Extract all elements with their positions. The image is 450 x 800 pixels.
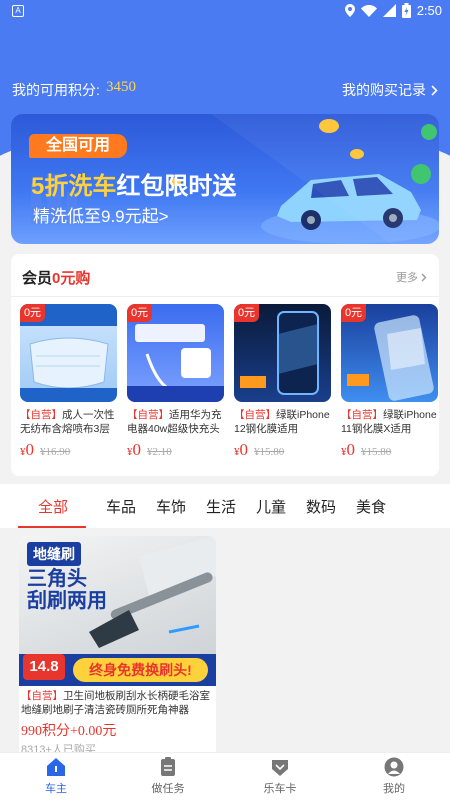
more-label: 更多 [396,272,418,284]
banner-tag: 全国可用 [29,134,127,158]
caption-line-2: 刮刷两用 [27,590,107,612]
task-icon [161,757,175,776]
product-image: 0元 [234,304,331,402]
member-section-title: 会员0元购 [22,267,90,288]
current-price: ¥0 [127,440,141,460]
tab-all[interactable]: 全部 [38,496,68,517]
original-price: ¥15.80 [361,446,392,458]
self-operated-tag: 【自营】 [21,690,63,702]
tab-life[interactable]: 生活 [206,496,236,517]
self-operated-tag: 【自营】 [341,409,383,421]
product-price: ¥0 ¥15.80 [341,440,438,460]
points-value: 3450 [106,79,136,95]
price-value: 0 [346,440,356,459]
app-notification-icon: A [12,5,24,17]
nav-owner[interactable]: 车主 [6,757,106,796]
product-image: 0元 [127,304,224,402]
product-name: 【自营】卫生间地板刷刮水长柄硬毛浴室地缝刷地刷子清洁瓷砖厕所死角神器 [19,686,216,718]
image-price-badge: 14.8 [23,654,65,680]
product-image-title: 地缝刷 [27,542,81,566]
product-price: 990积分+0.00元 [21,724,117,739]
current-price: ¥0 [341,440,355,460]
member-product-card[interactable]: 0元 【自营】绿联iPhone12钢化膜适用 ¥0 ¥15.80 [234,304,331,460]
member-product-card[interactable]: 0元 【自营】成人一次性无纺布含熔喷布3层防护口罩 ¥0 ¥16.90 [20,304,117,460]
member-title-highlight: 0元购 [52,270,91,287]
product-image: 0元 [341,304,438,402]
product-price: ¥0 ¥2.10 [127,440,224,460]
promo-banner[interactable]: 全国可用 5折洗车红包限时送 精洗低至9.9元起> [11,114,439,244]
price-value: 0 [239,440,249,459]
chevron-right-icon [421,273,427,281]
product-image: 0元 [20,304,117,402]
clock: 2:50 [416,3,442,18]
nav-label: 做任务 [151,783,185,795]
banner-headline-highlight: 5折洗车 [31,173,117,200]
profile-icon [384,757,404,777]
points-row: 我的可用积分: 3450 我的购买记录 [12,79,438,100]
zero-price-badge: 0元 [234,304,259,322]
banner-headline: 5折洗车红包限时送 [31,166,236,201]
purchase-records-link[interactable]: 我的购买记录 [342,80,438,100]
status-bar: A 2:50 [0,0,450,24]
original-price: ¥16.90 [40,446,71,458]
tab-food[interactable]: 美食 [356,496,386,517]
product-image: 地缝刷 三角头 刮刷两用 终身免费换刷头! 14.8 [19,536,216,686]
product-name: 【自营】绿联iPhone12钢化膜适用 [234,408,331,436]
tab-car-goods[interactable]: 车品 [106,496,136,517]
member-zero-buy-section: 会员0元购 更多 0元 【自营】成人一次性无纺布含熔喷布3层防护口罩 ¥0 ¥16… [11,254,439,476]
zero-price-badge: 0元 [20,304,45,322]
original-price: ¥15.80 [254,446,285,458]
product-name: 【自营】绿联iPhone11钢化膜X适用 [341,408,438,436]
promo-text: 终身免费换刷头! [73,658,208,682]
current-price: ¥0 [234,440,248,460]
tab-kids[interactable]: 儿童 [256,496,286,517]
nav-car-card[interactable]: 乐车卡 [230,757,330,796]
nav-label: 我的 [383,783,405,795]
product-name: 【自营】适用华为充电器40w超级快充头 [127,408,224,436]
original-price: ¥2.10 [147,446,172,458]
self-operated-tag: 【自营】 [20,409,62,421]
nav-profile[interactable]: 我的 [344,757,444,796]
signal-icon [382,4,396,17]
banner-headline-rest: 红包限时送 [116,173,237,200]
product-feed: 地缝刷 三角头 刮刷两用 终身免费换刷头! 14.8 【自营】卫生间地板刷刮水长柄… [0,528,450,752]
zero-price-badge: 0元 [341,304,366,322]
nav-tasks[interactable]: 做任务 [118,757,218,796]
divider [11,296,439,297]
nav-label: 车主 [45,783,67,795]
price-value: 0 [25,440,35,459]
current-price: ¥0 [20,440,34,460]
caption-line-1: 三角头 [27,568,87,590]
product-card[interactable]: 地缝刷 三角头 刮刷两用 终身免费换刷头! 14.8 【自营】卫生间地板刷刮水长柄… [19,536,216,752]
bottom-navigation: 车主 做任务 乐车卡 我的 [0,752,450,800]
category-tabs: 全部 车品 车饰 生活 儿童 数码 美食 [0,484,450,528]
tab-digital[interactable]: 数码 [306,496,336,517]
product-price: ¥0 ¥15.80 [234,440,331,460]
member-product-card[interactable]: 0元 【自营】绿联iPhone11钢化膜X适用 ¥0 ¥15.80 [341,304,438,460]
nav-label: 乐车卡 [263,783,297,795]
member-more-link[interactable]: 更多 [396,269,427,285]
chevron-right-icon [431,84,438,96]
product-image-caption: 三角头 刮刷两用 [27,568,107,612]
price-value: 0 [132,440,142,459]
member-title-prefix: 会员 [22,270,53,287]
banner-subline: 精洗低至9.9元起> [33,207,169,226]
app-root: A 2:50 我的可用积分: 3450 我的购买记录 全国可用 5折洗车红包限时… [0,0,450,800]
home-icon [47,758,65,776]
card-icon [272,760,288,776]
points-label: 我的可用积分: [12,82,100,98]
status-icons: 2:50 [344,3,442,18]
member-product-card[interactable]: 0元 【自营】适用华为充电器40w超级快充头 ¥0 ¥2.10 [127,304,224,460]
self-operated-tag: 【自营】 [234,409,276,421]
zero-price-badge: 0元 [127,304,152,322]
sold-count: 8313+人已购买 [21,744,96,752]
tab-car-decor[interactable]: 车饰 [156,496,186,517]
product-name: 【自营】成人一次性无纺布含熔喷布3层防护口罩 [20,408,117,436]
wifi-icon [360,4,377,17]
location-icon [344,4,355,17]
product-price: ¥0 ¥16.90 [20,440,117,460]
purchase-records-label: 我的购买记录 [342,82,426,98]
battery-icon [401,3,411,18]
self-operated-tag: 【自营】 [127,409,169,421]
